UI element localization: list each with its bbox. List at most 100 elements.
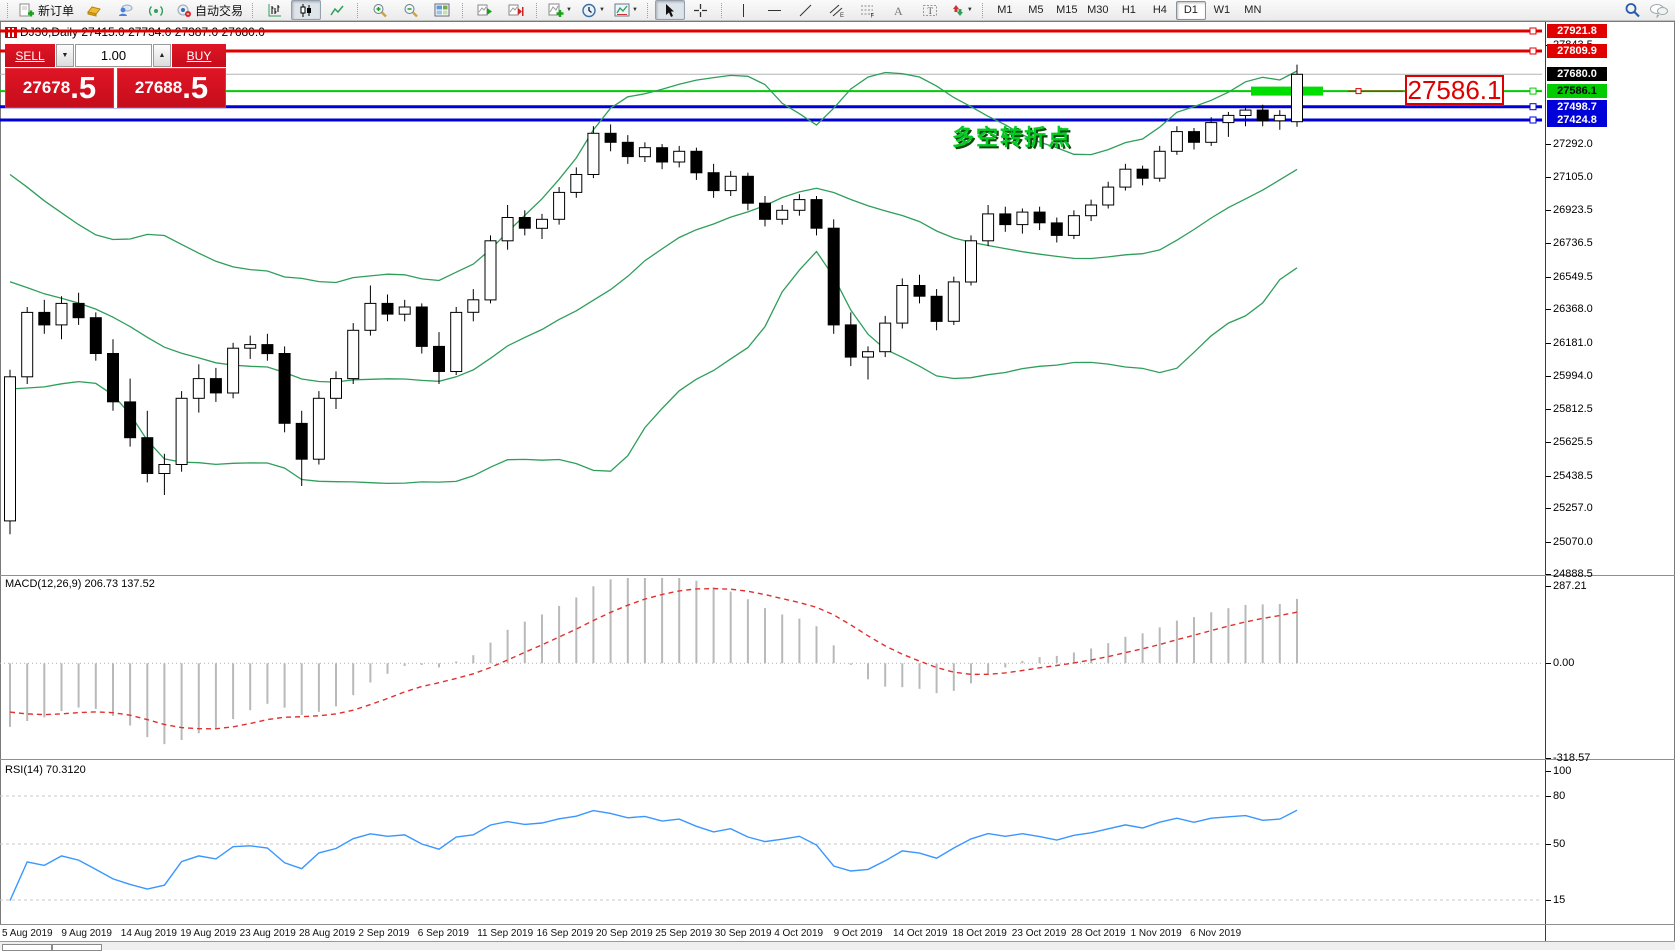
buy-button[interactable]: BUY <box>172 44 226 67</box>
toolbar-separator <box>357 3 360 18</box>
macd-scale-tick: 0.00 <box>1553 657 1574 669</box>
price-tick: 25994.0 <box>1553 370 1593 382</box>
volume-input[interactable] <box>75 44 152 67</box>
buy-price-button[interactable]: 27688 .5 <box>117 68 226 108</box>
indicators-icon <box>548 3 564 18</box>
sell-price-dec: .5 <box>70 75 96 101</box>
volume-increase-button[interactable]: ▲ <box>153 44 171 67</box>
wallet-icon <box>86 3 102 18</box>
timeframe-group: M1M5M15M30H1H4D1W1MN <box>990 1 1268 20</box>
svg-text:A: A <box>894 4 903 18</box>
date-label: 1 Nov 2019 <box>1131 928 1182 939</box>
date-label: 14 Oct 2019 <box>893 928 947 939</box>
price-tick: 26549.5 <box>1553 271 1593 283</box>
indicators-button[interactable]: ▼ <box>544 0 576 20</box>
new-order-button[interactable]: 新订单 <box>15 0 78 20</box>
auto-scroll-button[interactable] <box>470 0 500 20</box>
timeframe-button-h1[interactable]: H1 <box>1114 1 1144 20</box>
zoom-in-button[interactable] <box>365 0 395 20</box>
date-label: 6 Sep 2019 <box>418 928 469 939</box>
toolbar-drag-handle <box>7 3 10 18</box>
price-callout-box[interactable]: 27586.1 <box>1405 75 1504 105</box>
date-label: 19 Aug 2019 <box>180 928 236 939</box>
wallet-button[interactable] <box>79 0 109 20</box>
chart-shift-button[interactable] <box>501 0 531 20</box>
toolbar-separator <box>982 3 985 18</box>
price-tick: 25438.5 <box>1553 470 1593 482</box>
periods-clock-icon <box>581 3 597 18</box>
volume-dropdown-button[interactable]: ▼ <box>56 44 74 67</box>
indicators-dropdown-caret: ▼ <box>566 7 572 13</box>
text-label-button[interactable]: T <box>915 0 945 20</box>
sell-price-button[interactable]: 27678 .5 <box>5 68 114 108</box>
tile-windows-button[interactable] <box>427 0 457 20</box>
bar-chart-button[interactable] <box>260 0 290 20</box>
date-label: 20 Sep 2019 <box>596 928 653 939</box>
signals-icon <box>148 3 164 18</box>
rsi-scale-tick: 15 <box>1553 894 1565 906</box>
timeframe-button-d1[interactable]: D1 <box>1176 1 1206 20</box>
templates-button[interactable]: ▼ <box>610 0 642 20</box>
turning-point-annotation[interactable]: 多空转折点 <box>952 120 1072 152</box>
price-tick: 27105.0 <box>1553 171 1593 183</box>
timeframe-button-w1[interactable]: W1 <box>1207 1 1237 20</box>
macd-scale-tick: -318.57 <box>1553 752 1590 764</box>
crosshair-icon <box>693 3 708 18</box>
timeframe-button-m15[interactable]: M15 <box>1052 1 1082 20</box>
trendline-button[interactable] <box>791 0 821 20</box>
zoom-out-button[interactable] <box>396 0 426 20</box>
timeframe-button-m30[interactable]: M30 <box>1083 1 1113 20</box>
cursor-button[interactable] <box>655 0 685 20</box>
community-icon <box>117 3 133 18</box>
crosshair-button[interactable] <box>686 0 716 20</box>
fibonacci-icon: F <box>860 3 876 18</box>
price-tick: 25625.5 <box>1553 436 1593 448</box>
main-toolbar: 新订单 自动交易 ▼ ▼ <box>0 0 1675 21</box>
price-axis[interactable]: 27843.527292.027105.026923.526736.526549… <box>1546 0 1675 950</box>
autotrade-button[interactable]: 自动交易 <box>172 0 247 20</box>
price-badge: 27809.9 <box>1547 44 1607 58</box>
macd-canvas[interactable] <box>0 578 1545 758</box>
price-tick: 26736.5 <box>1553 237 1593 249</box>
community-button[interactable] <box>110 0 140 20</box>
timeframe-button-h4[interactable]: H4 <box>1145 1 1175 20</box>
sell-price-int: 27678 <box>23 78 70 98</box>
sell-button[interactable]: SELL <box>5 44 55 67</box>
rsi-canvas[interactable] <box>0 762 1545 924</box>
timeframe-button-mn[interactable]: MN <box>1238 1 1268 20</box>
buy-price-dec: .5 <box>182 75 208 101</box>
timeframe-button-m5[interactable]: M5 <box>1021 1 1051 20</box>
macd-scale-tick: 287.21 <box>1553 580 1587 592</box>
price-tick: 25812.5 <box>1553 403 1593 415</box>
horizontal-line-button[interactable] <box>760 0 790 20</box>
periods-button[interactable]: ▼ <box>577 0 609 20</box>
timeframe-button-m1[interactable]: M1 <box>990 1 1020 20</box>
bar-chart-icon <box>267 3 283 18</box>
date-axis[interactable]: 5 Aug 20199 Aug 201914 Aug 201919 Aug 20… <box>0 925 1545 941</box>
text-button[interactable]: A <box>884 0 914 20</box>
chat-icon[interactable] <box>1649 2 1669 18</box>
candlestick-chart-button[interactable] <box>291 0 321 20</box>
signals-button[interactable] <box>141 0 171 20</box>
horizontal-line-icon <box>767 3 782 18</box>
pane-separator[interactable] <box>0 759 1675 760</box>
date-label: 14 Aug 2019 <box>121 928 177 939</box>
toolbar-separator <box>647 3 650 18</box>
arrows-icon <box>950 3 965 18</box>
date-label: 16 Sep 2019 <box>537 928 594 939</box>
date-label: 28 Aug 2019 <box>299 928 355 939</box>
main-chart-canvas[interactable] <box>0 22 1545 574</box>
date-label: 23 Aug 2019 <box>240 928 296 939</box>
equidistant-channel-button[interactable]: E <box>822 0 852 20</box>
line-chart-button[interactable] <box>322 0 352 20</box>
price-tick: 26181.0 <box>1553 337 1593 349</box>
pane-separator[interactable] <box>0 575 1675 576</box>
fibonacci-button[interactable]: F <box>853 0 883 20</box>
search-icon[interactable] <box>1624 2 1641 18</box>
vertical-line-button[interactable] <box>729 0 759 20</box>
price-badge: 27921.8 <box>1547 24 1607 38</box>
date-label: 18 Oct 2019 <box>952 928 1006 939</box>
arrows-button[interactable]: ▼ <box>946 0 977 20</box>
date-label: 5 Aug 2019 <box>2 928 53 939</box>
date-label: 2 Sep 2019 <box>358 928 409 939</box>
